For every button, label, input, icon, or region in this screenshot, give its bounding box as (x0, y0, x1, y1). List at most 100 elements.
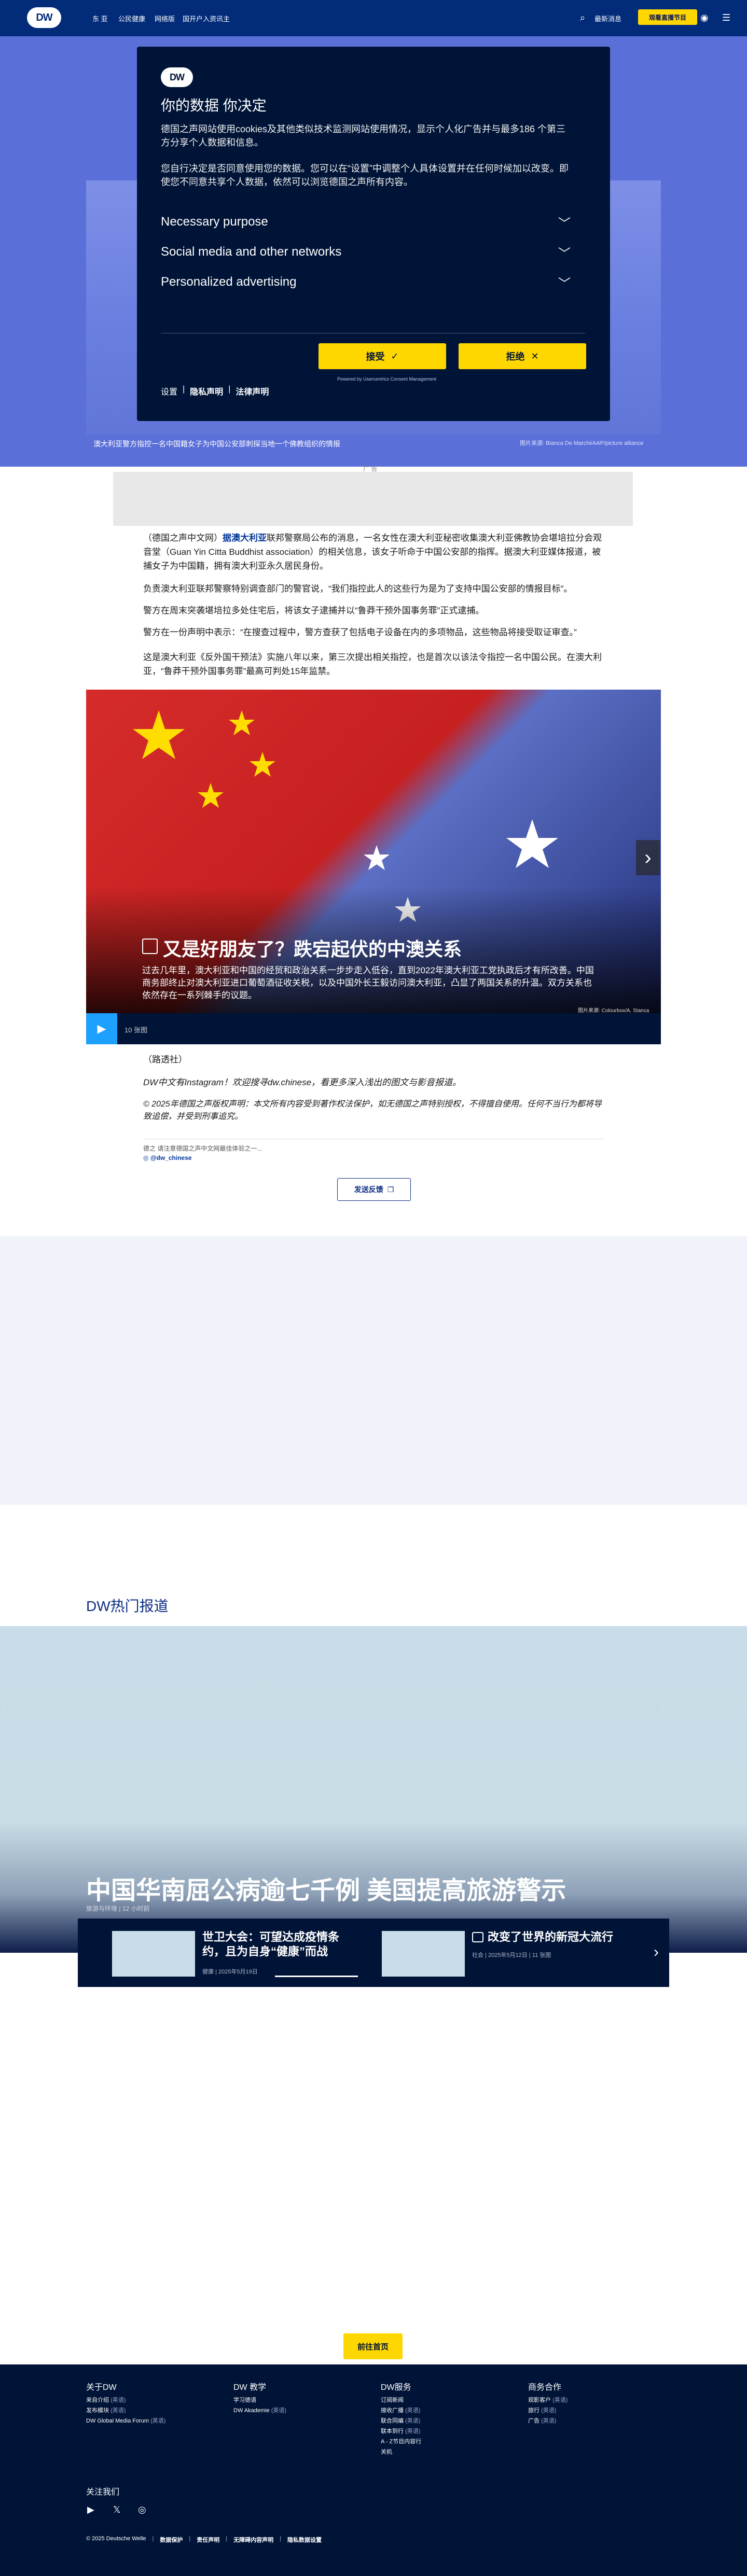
reject-button[interactable]: 拒绝 ✕ (459, 343, 586, 369)
chevron-down-icon: ﹀ (558, 216, 571, 231)
consent-paragraph-2: 您自行决定是否同意使用您的数据。您可以在“设置”中调整个人具体设置并在任何时候加… (161, 163, 569, 187)
gallery-title[interactable]: 又是好朋友了？跌宕起伏的中澳关系 (163, 934, 462, 961)
footer-link-lang: (英语) (271, 2407, 287, 2414)
data-protection-link[interactable]: 数据保护 (160, 2536, 183, 2544)
article-paragraph-3: 警方在周末突袭堪培拉多处住宅后，将该女子逮捕并以“鲁莽干预外国事务罪”正式逮捕。 (143, 606, 485, 615)
follow-us-heading: 关注我们 (86, 2488, 120, 2497)
check-icon: ✓ (391, 351, 399, 361)
footer-link[interactable]: 接收广播 (英语) (381, 2406, 420, 2414)
card-thumbnail[interactable] (382, 1931, 465, 1977)
card-thumbnail[interactable] (112, 1931, 195, 1977)
card-title[interactable]: 改变了世界的新冠大流行 (488, 1930, 643, 1944)
reject-label: 拒绝 (506, 352, 525, 362)
footer-link[interactable]: 学习德语 (233, 2396, 256, 2404)
footer-heading-business: 商务合作 (528, 2383, 562, 2392)
feedback-button[interactable]: 发送反馈 ❐ (337, 1178, 411, 1201)
nav-link-east-asia[interactable]: 东 亚 (92, 13, 108, 23)
chevron-right-icon[interactable]: › (636, 840, 660, 875)
gallery-icon (472, 1932, 483, 1942)
article-paragraph-1: （德国之声中文网）据澳大利亚联邦警察局公布的消息，一名女性在澳大利亚秘密收集澳大… (143, 531, 604, 573)
accessibility-link[interactable]: 无障碍内容声明 (233, 2536, 273, 2544)
footer-link-lang: (英语) (541, 2407, 557, 2414)
footer-bottom-links: © 2025 Deutsche Welle | 数据保护 | 责任声明 | 无障… (86, 2536, 322, 2544)
footer-link[interactable]: 观影客户 (英语) (528, 2396, 568, 2404)
search-icon[interactable]: ⌕ (580, 12, 585, 23)
footer-link[interactable]: 关机 (381, 2447, 392, 2456)
separator: | (226, 2536, 228, 2542)
privacy-settings-link[interactable]: 隐私数据设置 (287, 2536, 322, 2544)
hot-meta: 旅游与环境 | 12 小时前 (86, 1905, 150, 1912)
x-icon[interactable]: 𝕏 (113, 2504, 121, 2515)
footer-link[interactable]: 联本到行 (英语) (381, 2427, 420, 2435)
disclaimer-link[interactable]: 责任声明 (197, 2536, 219, 2544)
hot-section-title: DW热门报道 (86, 1598, 169, 1614)
accordion-personalized-ads[interactable]: Personalized advertising ﹀ (161, 272, 571, 292)
copy-icon: ❐ (387, 1185, 394, 1194)
globe-icon[interactable]: ◉ (700, 12, 709, 23)
accordion-label: Social media and other networks (161, 245, 342, 259)
nav-link-health[interactable]: 公民健康 (118, 13, 145, 23)
footer-link-label: DW Global Media Forum (86, 2418, 149, 2424)
hot-card-strip: 世卫大会：可望达成疫情条约，且为自身“健康”而战 健康 | 2025年5月19日… (78, 1919, 669, 1987)
chevron-down-icon: ﹀ (558, 246, 571, 261)
accordion-necessary-purpose[interactable]: Necessary purpose ﹀ (161, 212, 571, 232)
share-text: 德之 请注意德国之声中文网最佳体验之一... (143, 1145, 262, 1152)
article-paragraph-2: 负责澳大利亚联邦警察特别调查部门的警官说，“我们指控此人的这些行为是为了支持中国… (143, 584, 573, 594)
chevron-right-icon[interactable]: › (654, 1943, 659, 1961)
footer-heading-services: DW服务 (381, 2383, 411, 2392)
accordion-social-media[interactable]: Social media and other networks ﹀ (161, 242, 571, 262)
ad-placeholder (113, 472, 633, 526)
privacy-link[interactable]: 隐私声明 (190, 385, 223, 397)
instagram-handle[interactable]: ◎ @dw_chinese (143, 1154, 192, 1161)
accept-button[interactable]: 接受 ✓ (319, 343, 446, 369)
youtube-icon[interactable]: ▶ (87, 2504, 94, 2515)
footer-link[interactable]: 广告 (英语) (528, 2416, 556, 2425)
related-content-area (0, 1236, 747, 1505)
legal-link[interactable]: 法律声明 (236, 385, 269, 397)
footer-link[interactable]: DW Akademie (英语) (233, 2406, 286, 2414)
card-title[interactable]: 世卫大会：可望达成疫情条约，且为自身“健康”而战 (202, 1930, 358, 1959)
menu-icon[interactable]: ☰ (722, 12, 730, 23)
latest-news-link[interactable]: 最新消息 (594, 13, 621, 23)
accordion-label: Personalized advertising (161, 275, 297, 289)
separator: | (280, 2536, 281, 2542)
hero-image-credit: 图片来源: Bianca De Marchi/AAP/picture allia… (520, 440, 644, 446)
footer-link-lang: (英语) (405, 2407, 421, 2414)
footer-link[interactable]: 旅行 (英语) (528, 2406, 556, 2414)
chevron-down-icon: ﹀ (558, 276, 571, 291)
consent-powered-by: Powered by Usercentrics Consent Manageme… (337, 376, 437, 382)
footer-link-lang: (英语) (405, 2418, 421, 2424)
gallery-controls: ▶ 10 张图 (86, 1013, 661, 1044)
nav-link-online[interactable]: 网络版 (155, 13, 175, 23)
footer-link-label: 来自介绍 (86, 2397, 109, 2403)
footer-link[interactable]: DW Global Media Forum (英语) (86, 2416, 165, 2425)
footer-link[interactable]: 联合同编 (英语) (381, 2416, 420, 2425)
footer-link-label: 接收广播 (381, 2407, 404, 2414)
settings-link[interactable]: 设置 (161, 385, 177, 397)
dateline: （德国之声中文网） (143, 533, 223, 543)
inline-link[interactable]: 据澳大利亚 (223, 533, 267, 543)
footer-link-lang: (英语) (541, 2418, 557, 2424)
card-progress (275, 1976, 358, 1977)
gallery-icon (142, 939, 158, 954)
footer-link-label: 学习德语 (233, 2397, 256, 2403)
home-button[interactable]: 前往首页 (343, 2333, 403, 2359)
play-icon[interactable]: ▶ (86, 1013, 117, 1044)
footer-link[interactable]: 发布模块 (英语) (86, 2406, 126, 2414)
copyright-notice: © 2025年德国之声版权声明：本文所有内容受到著作权法保护，如无德国之声特别授… (143, 1100, 602, 1121)
image-gallery[interactable]: 又是好朋友了？跌宕起伏的中澳关系 过去几年里，澳大利亚和中国的经贸和政治关系一步… (86, 690, 661, 1013)
dw-logo[interactable]: DW (27, 7, 61, 28)
instagram-icon[interactable]: ◎ (138, 2504, 146, 2515)
separator: | (152, 2536, 154, 2542)
consent-dw-logo: DW (161, 67, 193, 87)
footer-link[interactable]: 来自介绍 (英语) (86, 2396, 126, 2404)
live-tv-button[interactable]: 观看直播节目 (638, 9, 697, 25)
footer: 关于DW 来自介绍 (英语) 发布模块 (英语) DW Global Media… (0, 2364, 747, 2576)
footer-link[interactable]: 订阅新闻 (381, 2396, 404, 2404)
separator: | (189, 2536, 191, 2542)
top-navigation: DW 东 亚 公民健康 网络版 国开户入资讯主 ⌕ 最新消息 观看直播节目 ◉ … (0, 0, 747, 36)
nav-link-other[interactable]: 国开户入资讯主 (183, 13, 230, 23)
hot-headline[interactable]: 中国华南屈公病逾七千例 美国提高旅游警示 (86, 1870, 566, 1906)
footer-link[interactable]: A - Z节目内容行 (381, 2437, 421, 2445)
footer-link-label: 订阅新闻 (381, 2397, 404, 2403)
